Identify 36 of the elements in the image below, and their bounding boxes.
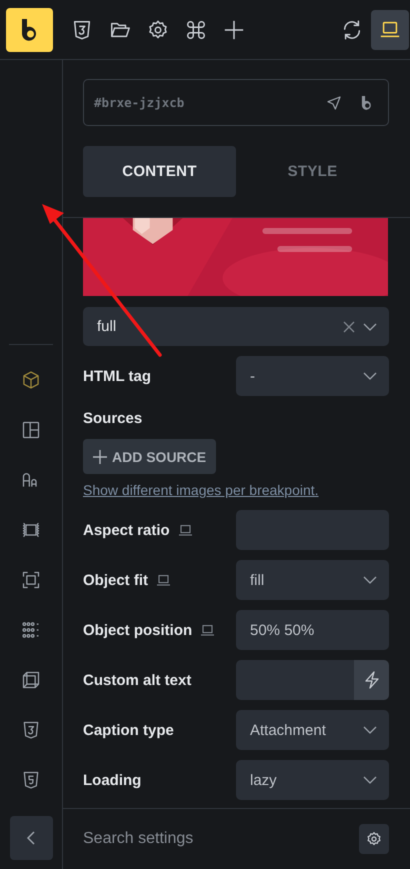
tab[interactable]: CONTENT [83, 146, 236, 197]
html-tag-select[interactable]: - [236, 356, 389, 396]
dynamic-data-button[interactable] [354, 660, 389, 700]
select-field[interactable]: fill [236, 560, 389, 600]
chevron-icon [363, 322, 377, 330]
plus-icon [93, 450, 107, 464]
field-label: Caption type [83, 722, 174, 738]
chevron-icon [363, 776, 377, 784]
lightning-icon [364, 671, 380, 689]
select-field[interactable]: Attachment [236, 710, 389, 750]
logo-icon[interactable] [6, 8, 53, 52]
input-field[interactable] [236, 510, 389, 550]
chevron-icon [363, 726, 377, 734]
chevron-icon [363, 576, 377, 584]
clear-icon[interactable] [343, 320, 355, 332]
field-label: Loading [83, 772, 142, 788]
field-label: Object position [83, 622, 192, 638]
element-id-field[interactable]: #brxe-jzjxcb [83, 79, 389, 126]
field-label: HTML tag [83, 368, 152, 384]
chevron-icon [363, 372, 377, 380]
size-select[interactable]: full [83, 307, 389, 346]
select-field[interactable]: lazy [236, 760, 389, 800]
field-label: Aspect ratio [83, 522, 170, 538]
input-field[interactable] [236, 660, 354, 700]
field-label: Object fit [83, 572, 148, 588]
field-label: Custom alt text [83, 672, 192, 688]
pointer-icon[interactable] [326, 94, 342, 110]
settings-button[interactable] [359, 824, 389, 854]
input-field[interactable]: 50% 50% [236, 610, 389, 650]
search-field[interactable]: Search settings [83, 830, 359, 848]
gear-icon [366, 831, 382, 847]
tab[interactable]: STYLE [236, 146, 389, 197]
field-label: Sources [83, 410, 144, 427]
breakpoint-link[interactable]: Show different images per breakpoint. [83, 482, 319, 498]
add-source-button[interactable]: ADD SOURCE [83, 439, 216, 474]
laptop-button[interactable] [371, 10, 409, 50]
